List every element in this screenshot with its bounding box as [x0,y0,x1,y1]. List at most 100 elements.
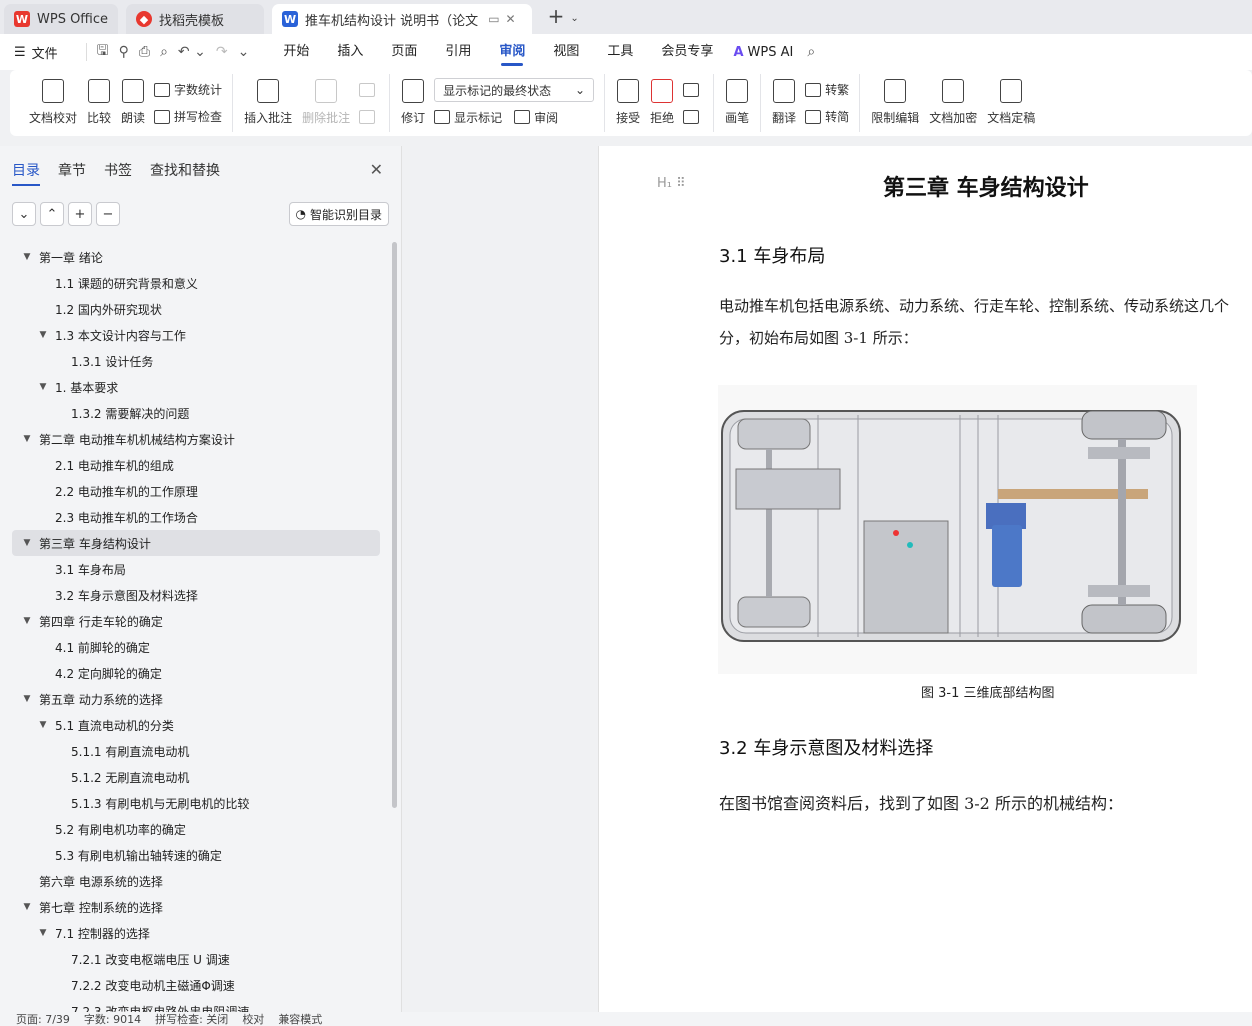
word-count[interactable]: 字数: 9014 [84,1012,141,1026]
collapse-all-button[interactable]: ⌄ [12,202,36,226]
close-icon[interactable]: ✕ [506,12,522,26]
tab-tools[interactable]: 工具 [607,34,633,70]
heading-handle-icon[interactable]: H₁ ⠿ [657,176,686,191]
toc-item[interactable]: ▼ 1. 基本要求 [0,374,392,400]
reject-button[interactable]: 拒绝 [645,74,679,132]
next-change-button[interactable] [683,106,703,128]
smart-toc-button[interactable]: ◔ 智能识别目录 [288,202,389,226]
expand-triangle-icon[interactable]: ▼ [20,694,34,704]
tab-view[interactable]: 视图 [553,34,579,70]
toc-item[interactable]: 4.2 定向脚轮的确定 [0,660,392,686]
tab-review[interactable]: 审阅 [499,34,525,70]
redo-icon[interactable]: ↷ [216,44,228,60]
toc-item[interactable]: 2.3 电动推车机的工作场合 [0,504,392,530]
close-icon[interactable]: ✕ [370,160,383,179]
toc-item[interactable]: ▼ 5.1 直流电动机的分类 [0,712,392,738]
toc-item[interactable]: 5.3 有刷电机输出轴转速的确定 [0,842,392,868]
to-traditional-button[interactable]: 转繁 [805,79,849,101]
toc-item[interactable]: 1.1 课题的研究背景和意义 [0,270,392,296]
print-preview-icon[interactable]: ⌕ [160,44,168,60]
toc-item[interactable]: ▼ 第七章 控制系统的选择 [0,894,392,920]
document-page[interactable]: H₁ ⠿ 第三章 车身结构设计 3.1 车身布局 电动推车机包括电源系统、动力系… [598,146,1252,1012]
toc-item[interactable]: ▼ 1.3 本文设计内容与工作 [0,322,392,348]
spell-status[interactable]: 拼写检查: 关闭 [155,1012,228,1026]
add-level-button[interactable]: + [68,202,92,226]
toc-item[interactable]: ▼ 第一章 绪论 [0,244,392,270]
insert-comment-button[interactable]: 插入批注 [239,74,297,132]
expand-triangle-icon[interactable]: ▼ [36,330,50,340]
accept-button[interactable]: 接受 [611,74,645,132]
window-icon[interactable]: ▭ [488,12,505,26]
tab-insert[interactable]: 插入 [337,34,363,70]
toc-item[interactable]: 3.1 车身布局 [0,556,392,582]
encrypt-button[interactable]: 文档加密 [924,74,982,132]
expand-triangle-icon[interactable]: ▼ [36,928,50,938]
tab-bookmarks[interactable]: 书签 [104,160,132,180]
expand-triangle-icon[interactable]: ▼ [20,252,34,262]
page-indicator[interactable]: 页面: 7/39 [16,1012,70,1026]
toc-item[interactable]: 5.1.2 无刷直流电动机 [0,764,392,790]
toc-item[interactable]: 5.1.1 有刷直流电动机 [0,738,392,764]
spell-check-button[interactable]: 拼写检查 [154,106,222,128]
translate-button[interactable]: 翻译 [767,74,801,132]
file-menu[interactable]: ☰ 文件 [14,43,58,62]
share-icon[interactable]: ⚲ [119,44,129,60]
tab-home[interactable]: 开始 [283,34,309,70]
toc-item[interactable]: 3.2 车身示意图及材料选择 [0,582,392,608]
expand-triangle-icon[interactable]: ▼ [20,616,34,626]
chevron-down-icon[interactable]: ⌄ [570,13,578,24]
toc-item[interactable]: 2.2 电动推车机的工作原理 [0,478,392,504]
show-marks-button[interactable]: 显示标记 [434,106,502,128]
figure-image[interactable] [718,385,1197,674]
toc-item[interactable]: 7.2.2 改变电动机主磁通Φ调速 [0,972,392,998]
toc-item[interactable]: 第六章 电源系统的选择 [0,868,392,894]
toc-item[interactable]: 1.3.1 设计任务 [0,348,392,374]
tab-chapters[interactable]: 章节 [58,160,86,180]
toc-item[interactable]: 4.1 前脚轮的确定 [0,634,392,660]
toc-item[interactable]: 5.1.3 有刷电机与无刷电机的比较 [0,790,392,816]
toc-item[interactable]: ▼ 第四章 行走车轮的确定 [0,608,392,634]
search-icon[interactable]: ⌕ [807,44,815,60]
toc-item[interactable]: 1.2 国内外研究现状 [0,296,392,322]
revise-button[interactable]: 修订 [396,74,430,132]
toc-item[interactable]: 2.1 电动推车机的组成 [0,452,392,478]
compare-button[interactable]: 比较 [82,74,116,132]
expand-all-button[interactable]: ⌃ [40,202,64,226]
toc-item[interactable]: 7.2.3 改变电枢电路外串电阻调速 [0,998,392,1013]
toc-item[interactable]: ▼ 7.1 控制器的选择 [0,920,392,946]
print-icon[interactable]: ⎙ [139,44,150,60]
more-icon[interactable]: ⌄ [238,44,250,60]
review-pane-button[interactable]: 审阅 [514,106,558,128]
undo-icon[interactable]: ↶ ⌄ [178,44,206,60]
tab-find-replace[interactable]: 查找和替换 [150,160,220,180]
finalize-button[interactable]: 文档定稿 [982,74,1040,132]
delete-comment-button[interactable]: 删除批注 [297,74,355,132]
proofread-button[interactable]: 文档校对 [24,74,82,132]
next-comment-button[interactable] [359,106,379,128]
toc-item[interactable]: 7.2.1 改变电枢端电压 U 调速 [0,946,392,972]
tab-references[interactable]: 引用 [445,34,471,70]
tab-page[interactable]: 页面 [391,34,417,70]
expand-triangle-icon[interactable]: ▼ [20,902,34,912]
read-aloud-button[interactable]: 朗读 [116,74,150,132]
tab-toc[interactable]: 目录 [12,160,40,186]
tab-membership[interactable]: 会员专享 [661,34,713,70]
prev-comment-button[interactable] [359,79,379,101]
expand-triangle-icon[interactable]: ▼ [36,720,50,730]
toc-item[interactable]: ▼ 第五章 动力系统的选择 [0,686,392,712]
display-state-select[interactable]: 显示标记的最终状态 ⌄ [434,78,595,102]
tab-wps-office[interactable]: W WPS Office [4,4,119,34]
toc-scrollbar[interactable] [392,242,397,808]
to-simplified-button[interactable]: 转简 [805,106,849,128]
proof-status[interactable]: 校对 [242,1012,264,1026]
pen-button[interactable]: 画笔 [720,74,754,132]
prev-change-button[interactable] [683,79,703,101]
wps-ai-button[interactable]: A WPS AI [733,45,793,60]
toc-item[interactable]: ▼ 第三章 车身结构设计 [12,530,380,556]
toc-item[interactable]: ▼ 第二章 电动推车机机械结构方案设计 [0,426,392,452]
save-icon[interactable]: 🖫 [97,40,109,64]
restrict-edit-button[interactable]: 限制编辑 [866,74,924,132]
toc-item[interactable]: 1.3.2 需要解决的问题 [0,400,392,426]
expand-triangle-icon[interactable]: ▼ [20,538,34,548]
word-count-button[interactable]: 字数统计 [154,79,222,101]
